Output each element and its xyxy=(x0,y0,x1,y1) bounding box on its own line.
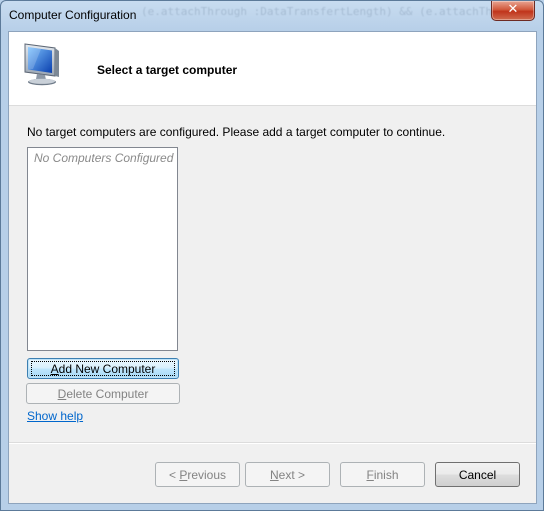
cancel-button[interactable]: Cancel xyxy=(435,462,520,487)
delete-mnemonic: D xyxy=(57,387,67,401)
previous-prefix: < xyxy=(168,468,180,482)
footer-separator xyxy=(9,442,536,444)
show-help-link[interactable]: Show help xyxy=(27,409,83,423)
next-mnemonic: N xyxy=(269,468,279,482)
add-mnemonic: A xyxy=(50,362,59,376)
add-label: dd New Computer xyxy=(58,362,156,376)
computer-list[interactable]: No Computers Configured xyxy=(27,147,178,351)
dialog-window: Computer Configuration (e.attachThrough … xyxy=(0,0,544,511)
finish-label: inish xyxy=(373,468,399,482)
dialog-content: Select a target computer No target compu… xyxy=(8,31,537,504)
computer-monitor-icon xyxy=(24,43,59,86)
previous-button[interactable]: < Previous xyxy=(155,462,240,487)
add-new-computer-button[interactable]: Add New Computer xyxy=(27,358,179,379)
next-label: ext > xyxy=(278,468,306,482)
previous-label: revious xyxy=(187,468,227,482)
title-bar[interactable]: Computer Configuration (e.attachThrough … xyxy=(1,1,543,31)
delete-computer-button[interactable]: Delete Computer xyxy=(26,383,180,404)
background-window-text: (e.attachThrough :DataTransfertLength) &… xyxy=(141,5,526,18)
delete-label: elete Computer xyxy=(66,387,149,401)
next-button[interactable]: Next > xyxy=(245,462,330,487)
finish-mnemonic: F xyxy=(366,468,374,482)
finish-button[interactable]: Finish xyxy=(340,462,425,487)
wizard-header: Select a target computer xyxy=(9,32,536,106)
instructions-text: No target computers are configured. Plea… xyxy=(27,125,446,139)
empty-list-message: No Computers Configured xyxy=(34,151,174,165)
close-icon: ✕ xyxy=(507,2,519,17)
page-title: Select a target computer xyxy=(97,63,238,77)
close-button[interactable]: ✕ xyxy=(491,1,535,21)
window-title: Computer Configuration xyxy=(9,8,137,22)
